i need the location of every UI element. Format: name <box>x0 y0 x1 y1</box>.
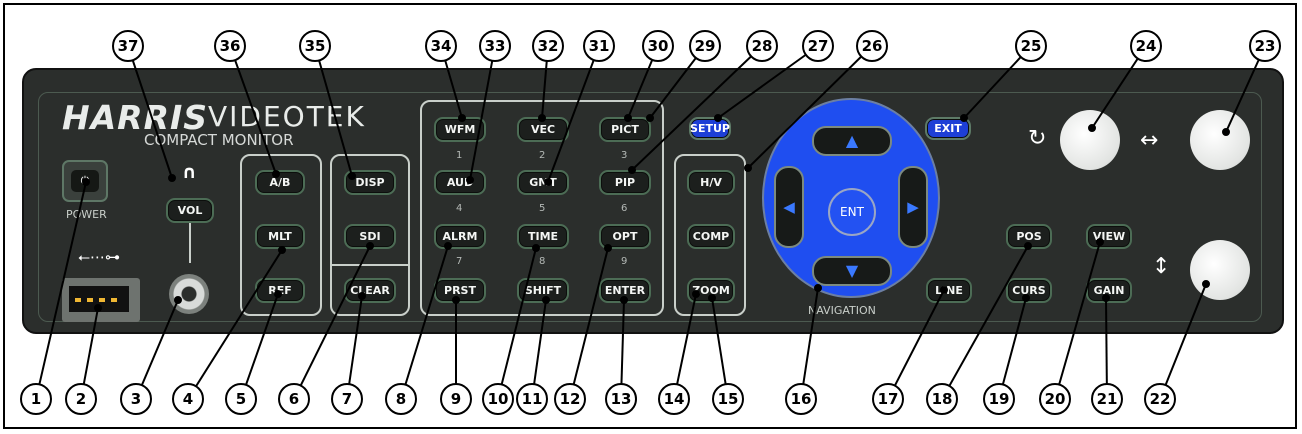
leader-line-8 <box>400 245 449 400</box>
callout-5: 5 <box>225 383 257 415</box>
callout-16: 16 <box>785 383 817 415</box>
leader-tip-23 <box>1222 128 1230 136</box>
callout-2: 2 <box>65 383 97 415</box>
callout-4: 4 <box>172 383 204 415</box>
leader-tip-20 <box>1096 238 1104 246</box>
callout-30: 30 <box>642 30 674 62</box>
callout-26: 26 <box>856 30 888 62</box>
leader-tip-6 <box>366 242 374 250</box>
callout-21: 21 <box>1091 383 1123 415</box>
callout-34: 34 <box>425 30 457 62</box>
leader-line-31 <box>547 45 600 183</box>
leader-tip-32 <box>538 114 546 122</box>
leader-tip-12 <box>604 244 612 252</box>
leader-tip-11 <box>542 296 550 304</box>
callout-1: 1 <box>20 383 52 415</box>
leader-line-22 <box>1159 283 1207 400</box>
leader-line-17 <box>887 289 945 400</box>
callout-11: 11 <box>516 383 548 415</box>
leader-tip-5 <box>274 290 282 298</box>
callout-14: 14 <box>658 383 690 415</box>
leader-tip-1 <box>82 178 90 186</box>
callout-7: 7 <box>331 383 363 415</box>
leader-tip-33 <box>466 176 474 184</box>
leader-tip-27 <box>714 114 722 122</box>
callout-17: 17 <box>872 383 904 415</box>
leader-line-35 <box>314 45 353 177</box>
leader-tip-31 <box>544 178 552 186</box>
leader-tip-7 <box>358 292 366 300</box>
leader-tip-24 <box>1088 124 1096 132</box>
callout-28: 28 <box>746 30 778 62</box>
leader-line-20 <box>1054 241 1101 400</box>
leader-tip-29 <box>646 114 654 122</box>
leader-tip-13 <box>620 296 628 304</box>
callout-33: 33 <box>479 30 511 62</box>
leader-tip-34 <box>458 114 466 122</box>
callout-13: 13 <box>605 383 637 415</box>
callout-29: 29 <box>689 30 721 62</box>
callout-22: 22 <box>1144 383 1176 415</box>
leader-tip-21 <box>1102 294 1110 302</box>
callout-8: 8 <box>385 383 417 415</box>
leader-tip-10 <box>532 244 540 252</box>
callout-25: 25 <box>1015 30 1047 62</box>
callout-36: 36 <box>214 30 246 62</box>
callout-15: 15 <box>712 383 744 415</box>
callout-12: 12 <box>554 383 586 415</box>
leader-line-18 <box>941 245 1029 400</box>
leader-tip-19 <box>1022 294 1030 302</box>
leader-tip-26 <box>744 164 752 172</box>
callout-35: 35 <box>299 30 331 62</box>
leader-tip-9 <box>452 296 460 304</box>
callout-6: 6 <box>278 383 310 415</box>
leader-line-10 <box>497 247 537 400</box>
leader-tip-35 <box>348 172 356 180</box>
leader-tip-37 <box>168 174 176 182</box>
callout-9: 9 <box>440 383 472 415</box>
callout-23: 23 <box>1249 30 1281 62</box>
leader-tip-25 <box>960 114 968 122</box>
leader-tip-17 <box>940 286 948 294</box>
leader-tip-8 <box>444 242 452 250</box>
callout-37: 37 <box>112 30 144 62</box>
callout-27: 27 <box>802 30 834 62</box>
callout-19: 19 <box>983 383 1015 415</box>
leader-tip-15 <box>708 294 716 302</box>
leader-tip-4 <box>278 246 286 254</box>
callout-31: 31 <box>583 30 615 62</box>
leader-tip-2 <box>94 304 102 312</box>
leader-tip-30 <box>624 114 632 122</box>
callout-32: 32 <box>532 30 564 62</box>
callout-10: 10 <box>482 383 514 415</box>
leader-line-12 <box>569 247 609 400</box>
leader-line-26 <box>747 45 873 169</box>
leader-tip-14 <box>692 290 700 298</box>
leader-tip-22 <box>1202 280 1210 288</box>
leader-line-37 <box>127 45 173 179</box>
leader-line-36 <box>229 45 277 175</box>
leader-tip-18 <box>1024 242 1032 250</box>
leader-line-28 <box>631 45 763 171</box>
leader-tip-28 <box>628 166 636 174</box>
leader-line-1 <box>35 181 87 400</box>
callout-20: 20 <box>1039 383 1071 415</box>
leader-tip-36 <box>272 170 280 178</box>
leader-line-33 <box>469 45 496 181</box>
callout-3: 3 <box>120 383 152 415</box>
callout-24: 24 <box>1130 30 1162 62</box>
leader-tip-3 <box>174 296 182 304</box>
callout-18: 18 <box>926 383 958 415</box>
leader-tip-16 <box>814 284 822 292</box>
leader-lines <box>35 45 1266 400</box>
